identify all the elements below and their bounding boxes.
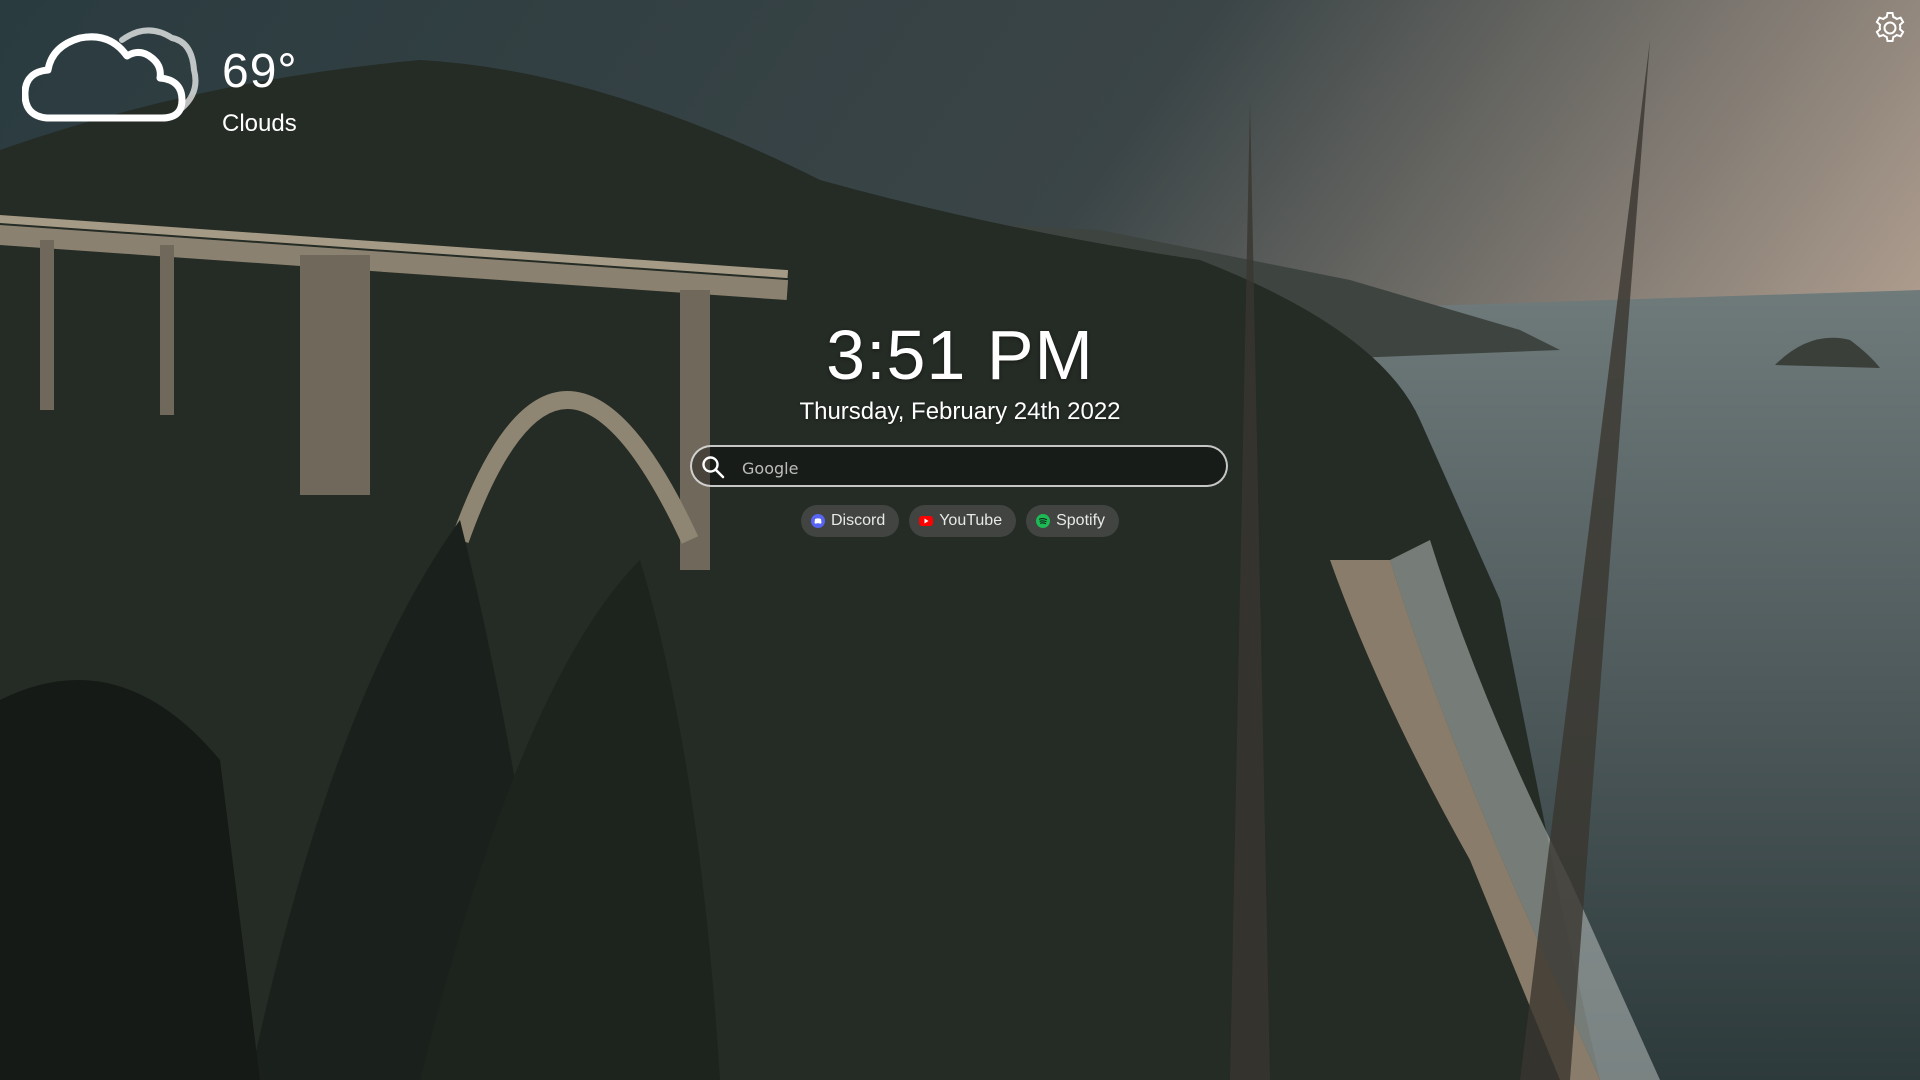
shortcut-label: Spotify [1056, 512, 1106, 529]
settings-button[interactable] [1872, 10, 1908, 46]
weather-widget: 69° Clouds [22, 20, 312, 136]
shortcut-bar: Discord YouTube Spotify [0, 505, 1920, 537]
gear-icon [1875, 12, 1905, 42]
shortcut-discord[interactable]: Discord [800, 505, 900, 537]
clock-date: Thursday, February 24th 2022 [799, 398, 1121, 425]
shortcut-label: Discord [830, 512, 886, 529]
shortcut-label: YouTube [939, 512, 1003, 529]
temperature: 69° [222, 45, 298, 98]
search-icon[interactable] [700, 454, 726, 480]
search-input[interactable] [740, 453, 1214, 483]
discord-icon [810, 514, 825, 528]
clock-panel: 3:51 PM Thursday, February 24th 2022 [0, 320, 1920, 424]
shortcut-spotify[interactable]: Spotify [1026, 505, 1120, 537]
landscape-illustration [0, 0, 1920, 1080]
weather-condition: Clouds [222, 110, 297, 137]
background-photo [0, 0, 1920, 1080]
spotify-icon [1036, 514, 1051, 528]
shortcut-youtube[interactable]: YouTube [909, 505, 1017, 537]
search-bar[interactable] [690, 445, 1228, 487]
cloud-icon [22, 27, 199, 122]
youtube-icon [919, 516, 934, 526]
clock-time: 3:51 PM [826, 316, 1094, 394]
